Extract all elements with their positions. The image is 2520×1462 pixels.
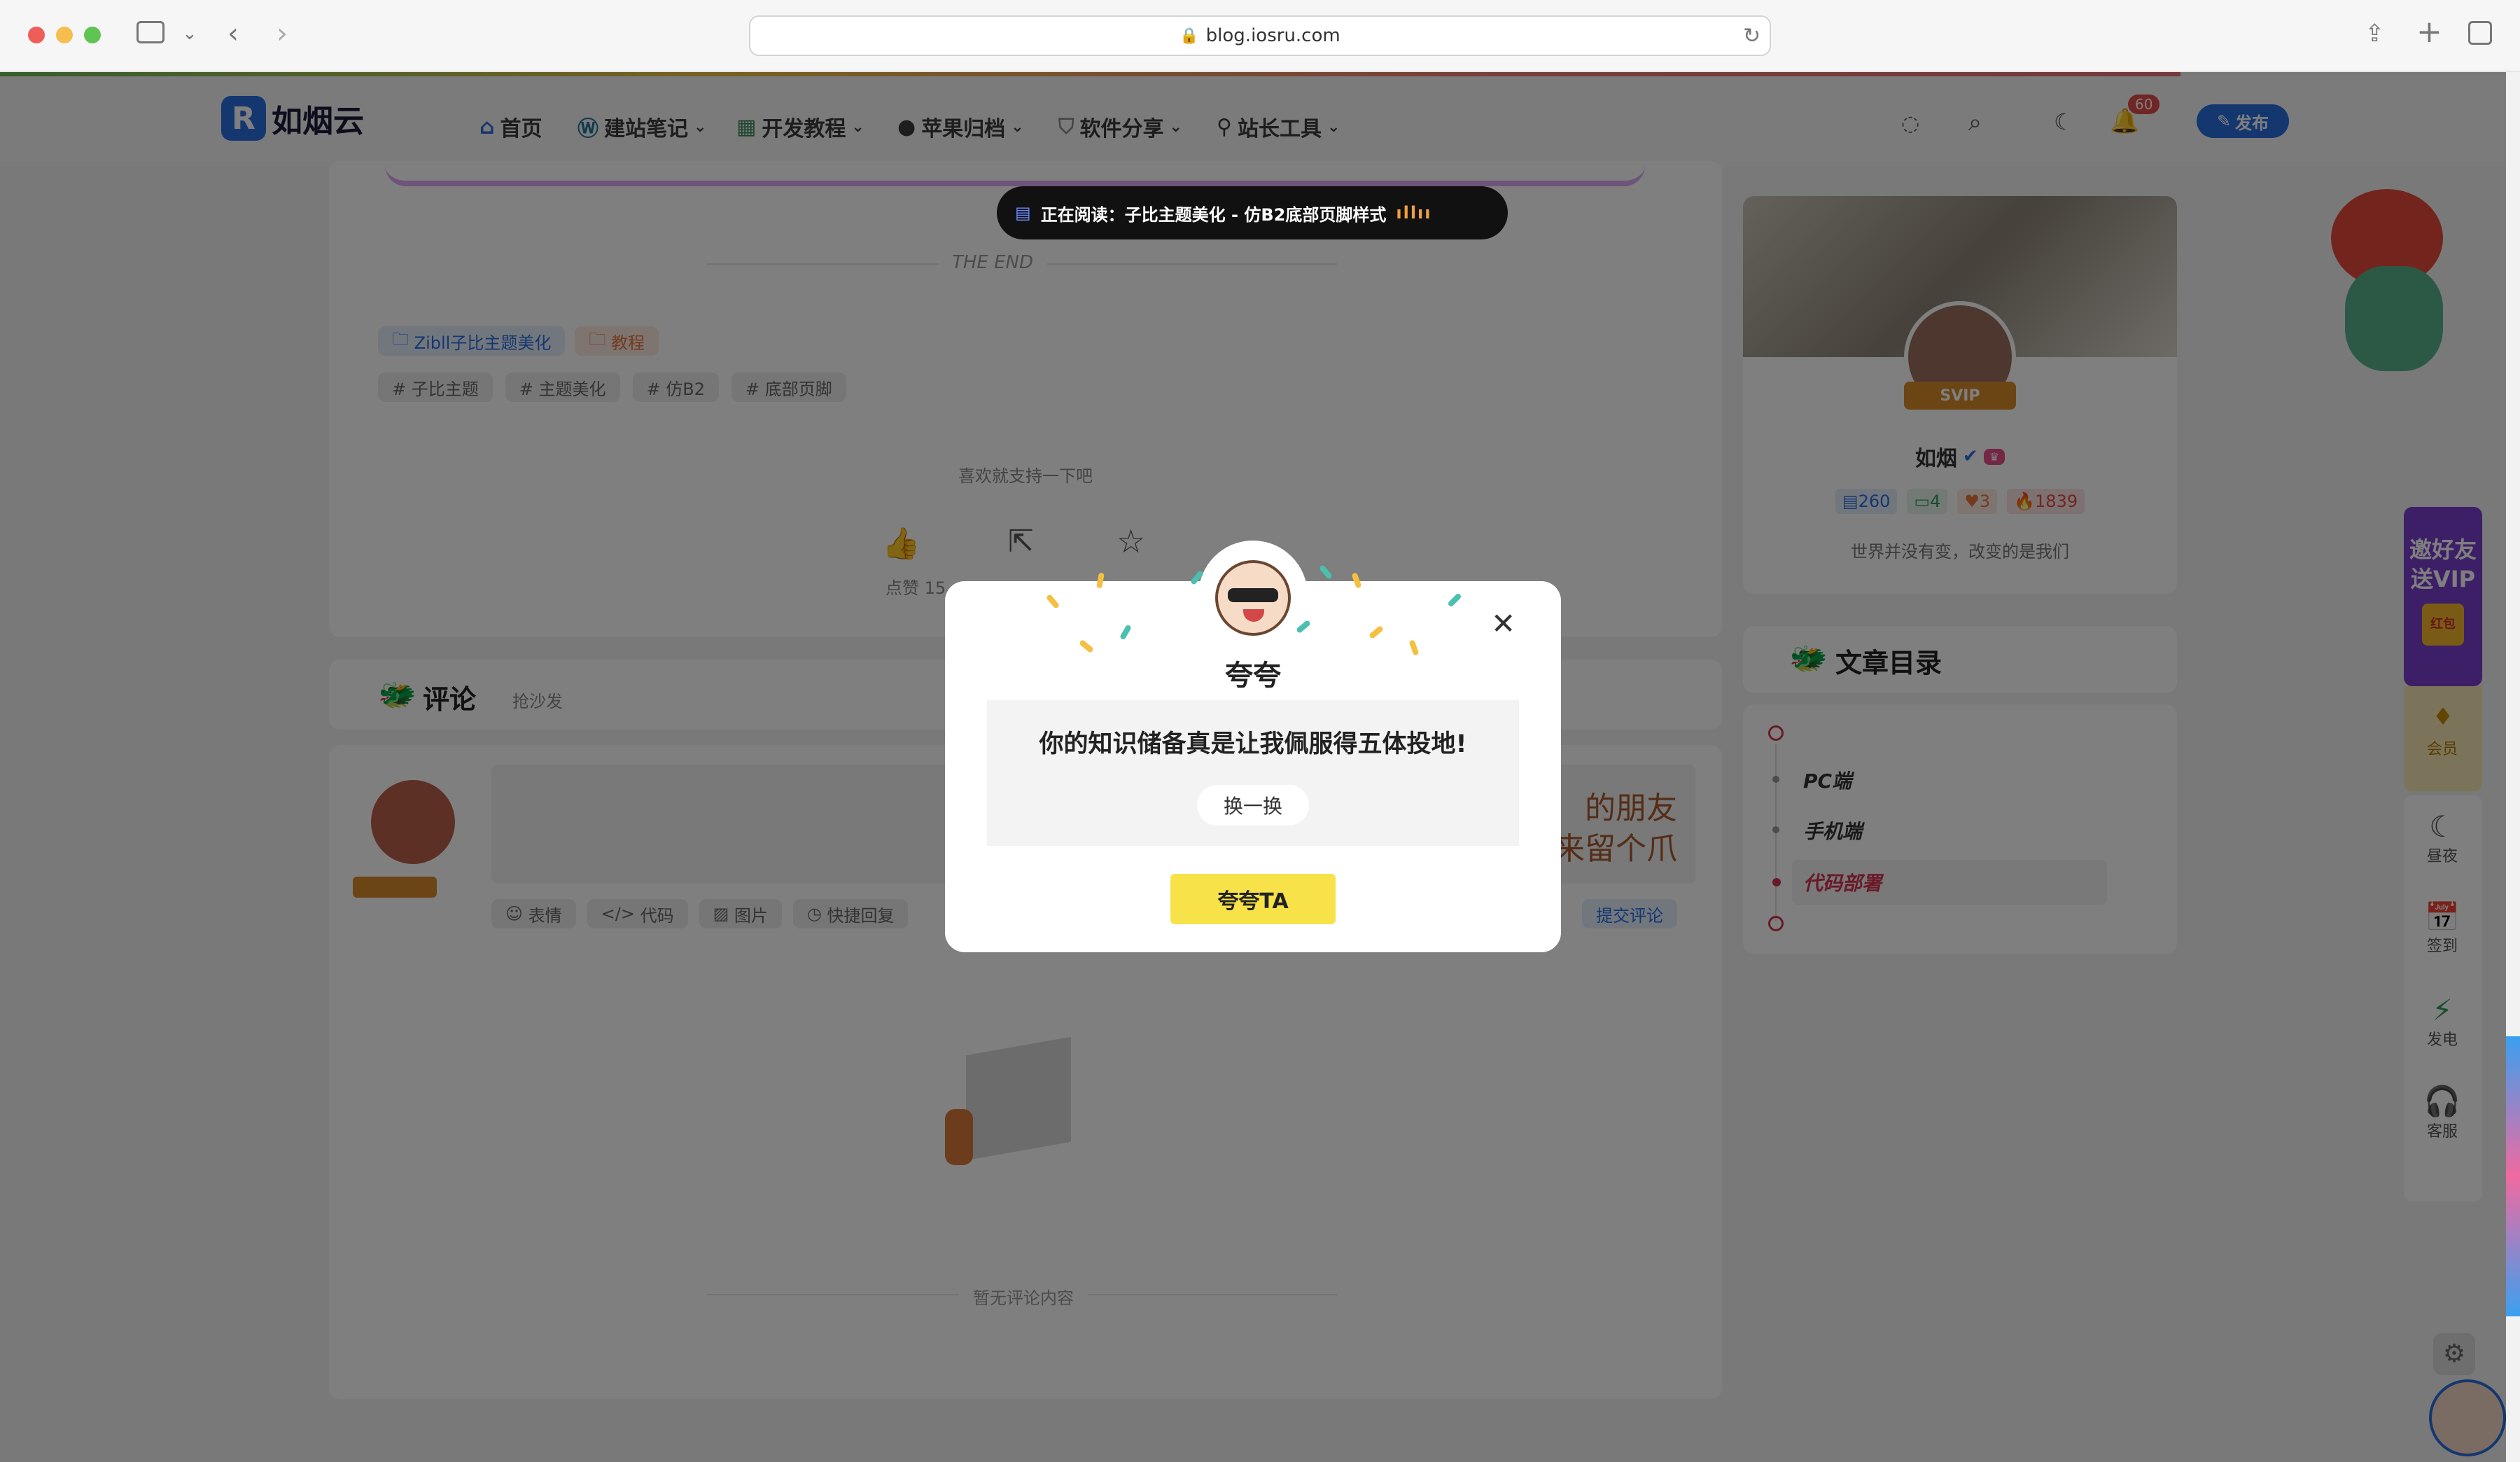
browser-toolbar: ⌄ ‹ › 🔒 blog.iosru.com ↻ ⇪ + [0, 0, 2520, 71]
book-icon: ▤ [1015, 203, 1031, 223]
praise-submit-button[interactable]: 夸夸TA [1170, 874, 1336, 924]
tab-overview-icon[interactable] [2468, 21, 2492, 45]
minimize-window-button[interactable] [56, 27, 73, 43]
audio-wave-icon: ıllıı [1396, 203, 1432, 223]
reading-indicator[interactable]: ▤ 正在阅读：子比主题美化 - 仿B2底部页脚样式 ıllıı [997, 186, 1508, 239]
sidebar-toggle-icon[interactable] [136, 21, 164, 43]
sunglasses-icon [1228, 588, 1278, 602]
chevron-down-icon[interactable]: ⌄ [182, 20, 197, 48]
forward-icon[interactable]: › [276, 20, 288, 48]
scroll-decoration [2506, 1036, 2520, 1316]
back-icon[interactable]: ‹ [227, 20, 239, 48]
share-icon[interactable]: ⇪ [2365, 20, 2385, 48]
mouth-shape [1243, 609, 1264, 622]
address-bar[interactable]: 🔒 blog.iosru.com [749, 15, 1771, 56]
zoom-window-button[interactable] [84, 27, 101, 43]
close-icon[interactable]: ✕ [1491, 606, 1516, 641]
lock-icon: 🔒 [1180, 27, 1199, 45]
reading-text: 正在阅读：子比主题美化 - 仿B2底部页脚样式 [1040, 204, 1387, 225]
reload-icon[interactable]: ↻ [1743, 22, 1760, 50]
dialog-title: 夸夸 [1225, 660, 1281, 692]
cool-face-avatar [1215, 560, 1291, 636]
new-tab-icon[interactable]: + [2416, 17, 2442, 48]
url-text: blog.iosru.com [1205, 25, 1340, 46]
close-window-button[interactable] [28, 27, 45, 43]
refresh-button[interactable]: 换一换 [1197, 785, 1309, 826]
praise-message: 你的知识储备真是让我佩服得五体投地! [1039, 730, 1467, 758]
